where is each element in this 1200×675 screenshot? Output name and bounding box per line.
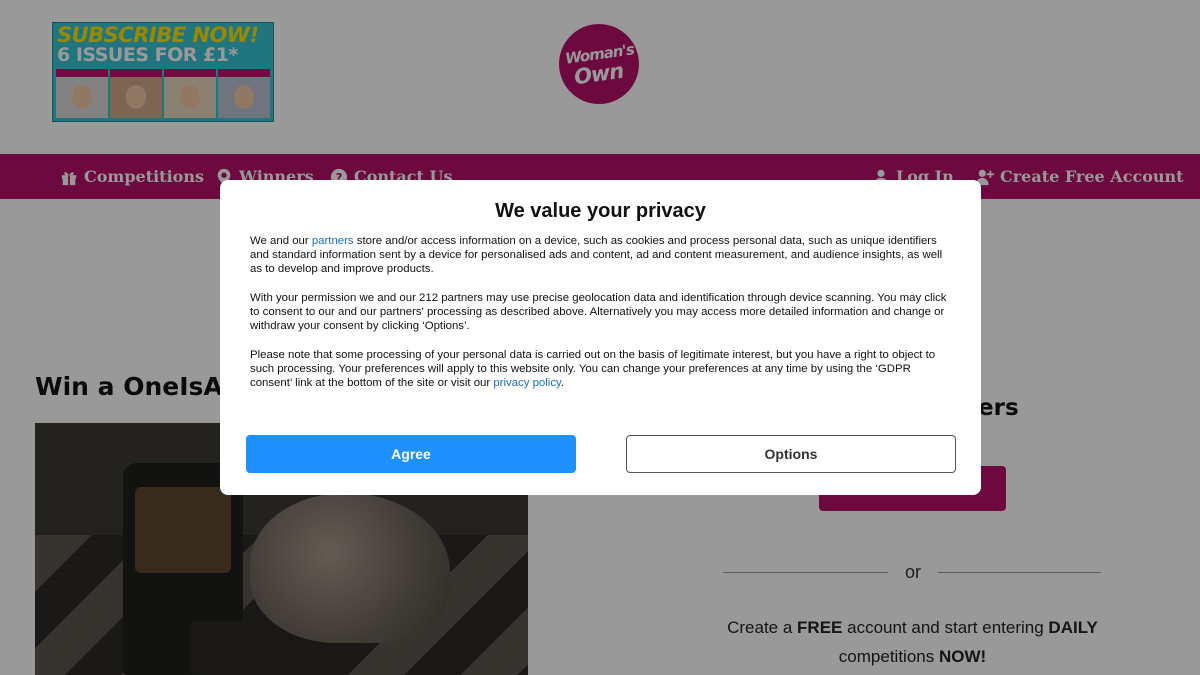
consent-paragraph-1: We and our partners store and/or access … (250, 235, 943, 276)
consent-title: We value your privacy (495, 200, 706, 222)
privacy-policy-link[interactable]: privacy policy (493, 377, 561, 389)
consent-paragraph-3: Please note that some processing of your… (250, 348, 936, 389)
options-button[interactable]: Options (626, 435, 956, 473)
consent-body: We and our partners store and/or access … (250, 234, 955, 404)
agree-button[interactable]: Agree (246, 435, 576, 473)
consent-paragraph-2: With your permission we and our 212 part… (250, 291, 947, 333)
privacy-consent-dialog: We value your privacy We and our partner… (220, 180, 981, 495)
partners-link[interactable]: partners (312, 235, 354, 247)
